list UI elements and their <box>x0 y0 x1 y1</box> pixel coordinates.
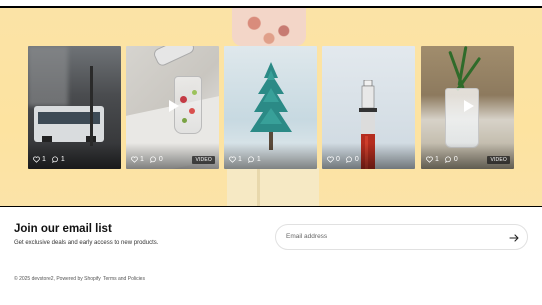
play-icon[interactable] <box>461 99 475 113</box>
tile-stats: 1 0 <box>131 156 163 163</box>
comments-count: 0 <box>453 156 458 163</box>
tile-stats: 1 0 <box>426 156 458 163</box>
comments-count: 0 <box>354 156 359 163</box>
comment-icon <box>150 156 156 163</box>
copyright-text: © 2025 devstore2, Powered by Shopify <box>14 276 101 282</box>
likes-count: 1 <box>140 156 144 163</box>
video-badge: VIDEO <box>487 156 510 164</box>
comment-icon <box>248 156 254 163</box>
tile-stats: 0 0 <box>327 156 359 163</box>
heart-icon <box>229 156 236 163</box>
background-model-bottom <box>227 168 319 206</box>
comment-icon <box>346 156 352 163</box>
comment-icon <box>52 156 58 163</box>
signup-title: Join our email list <box>14 223 112 235</box>
email-signup-form <box>275 224 528 250</box>
gallery-tile[interactable]: 0 0 <box>322 46 415 169</box>
heart-icon <box>327 156 334 163</box>
email-input[interactable] <box>286 233 486 240</box>
likes-count: 1 <box>435 156 439 163</box>
ugc-banner: 1 1 1 0 VIDEO 1 1 0 0 1 0 VIDEO <box>0 8 542 206</box>
heart-icon <box>426 156 433 163</box>
section-divider <box>0 206 542 207</box>
gallery-tile[interactable]: 1 0 VIDEO <box>421 46 514 169</box>
heart-icon <box>131 156 138 163</box>
arrow-right-icon <box>509 234 519 242</box>
signup-subtitle: Get exclusive deals and early access to … <box>14 240 159 246</box>
heart-icon <box>33 156 40 163</box>
likes-count: 1 <box>238 156 242 163</box>
comments-count: 1 <box>60 156 65 163</box>
terms-policies-link[interactable]: Terms and Policies <box>103 276 145 282</box>
comment-icon <box>445 156 451 163</box>
background-model-top <box>232 8 306 46</box>
gallery-tile[interactable]: 1 0 VIDEO <box>126 46 219 169</box>
likes-count: 1 <box>42 156 46 163</box>
tile-stats: 1 1 <box>229 156 261 163</box>
comments-count: 1 <box>256 156 261 163</box>
likes-count: 0 <box>336 156 340 163</box>
gallery-tile[interactable]: 1 1 <box>28 46 121 169</box>
gallery-tile[interactable]: 1 1 <box>224 46 317 169</box>
video-badge: VIDEO <box>192 156 215 164</box>
play-icon[interactable] <box>166 99 180 113</box>
subscribe-button[interactable] <box>507 231 521 245</box>
comments-count: 0 <box>158 156 163 163</box>
tile-stats: 1 1 <box>33 156 65 163</box>
ugc-gallery: 1 1 1 0 VIDEO 1 1 0 0 1 0 VIDEO <box>28 46 514 169</box>
